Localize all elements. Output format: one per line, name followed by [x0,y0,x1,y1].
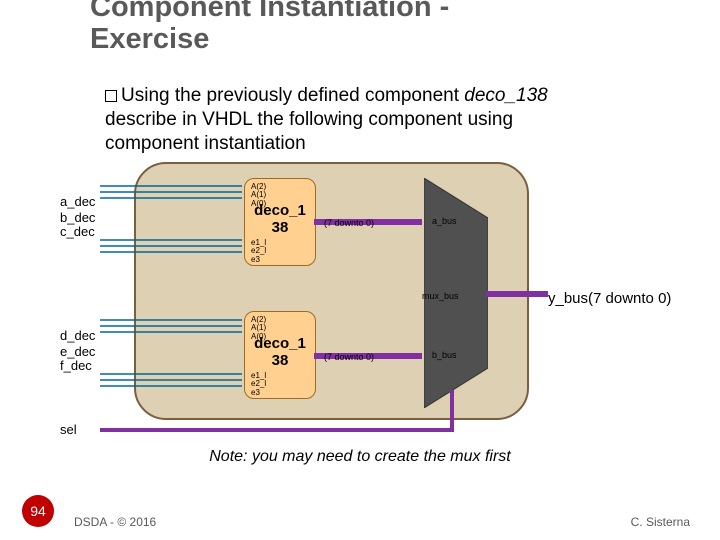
page-number: 94 [30,503,46,519]
slide-title: Component Instantiation - Exercise [90,0,449,56]
decoder-1: A(2) A(1) A(0) deco_1 38 e1_l e2_l e3 [244,178,316,266]
bus-range-2: (7 downto 0) [324,352,374,362]
body-prefix: Using the previously defined component [121,85,464,106]
sel-label: sel [60,422,77,437]
body-rest1: describe in VHDL the following component… [105,109,513,130]
dec1-pins-e: e1_l e2_l e3 [251,239,266,264]
a-bus-label: a_bus [432,216,457,226]
body-text: Using the previously defined component d… [105,84,665,155]
component-name: deco_138 [464,85,547,106]
bus-range-1: (7 downto 0) [324,218,374,228]
input-f: f_dec [60,358,92,373]
input-e: e_dec [60,344,95,359]
footer-right: C. Sisterna [631,515,690,529]
diagram-container: A(2) A(1) A(0) deco_1 38 e1_l e2_l e3 A(… [134,162,529,420]
dec1-name: deco_1 38 [245,203,315,236]
dec2-pins-e: e1_l e2_l e3 [251,372,266,397]
b-bus-label: b_bus [432,350,457,360]
dec2-name: deco_1 38 [245,336,315,369]
output-label: y_bus(7 downto 0) [548,290,671,307]
bullet-icon [105,90,117,102]
input-c: c_dec [60,224,95,239]
decoder-2: A(2) A(1) A(0) deco_1 38 e1_l e2_l e3 [244,311,316,399]
title-l2: Exercise [90,23,209,55]
title-l1: Component Instantiation - [90,0,449,23]
input-a: a_dec [60,194,95,209]
input-d: d_dec [60,328,95,343]
mux-bus-label: mux_bus [422,291,459,301]
note-text: Note: you may need to create the mux fir… [0,448,720,466]
footer-left: DSDA - © 2016 [74,515,156,529]
input-b: b_dec [60,210,95,225]
page-number-badge: 94 [22,495,54,527]
body-rest2: component instantiation [105,133,306,154]
